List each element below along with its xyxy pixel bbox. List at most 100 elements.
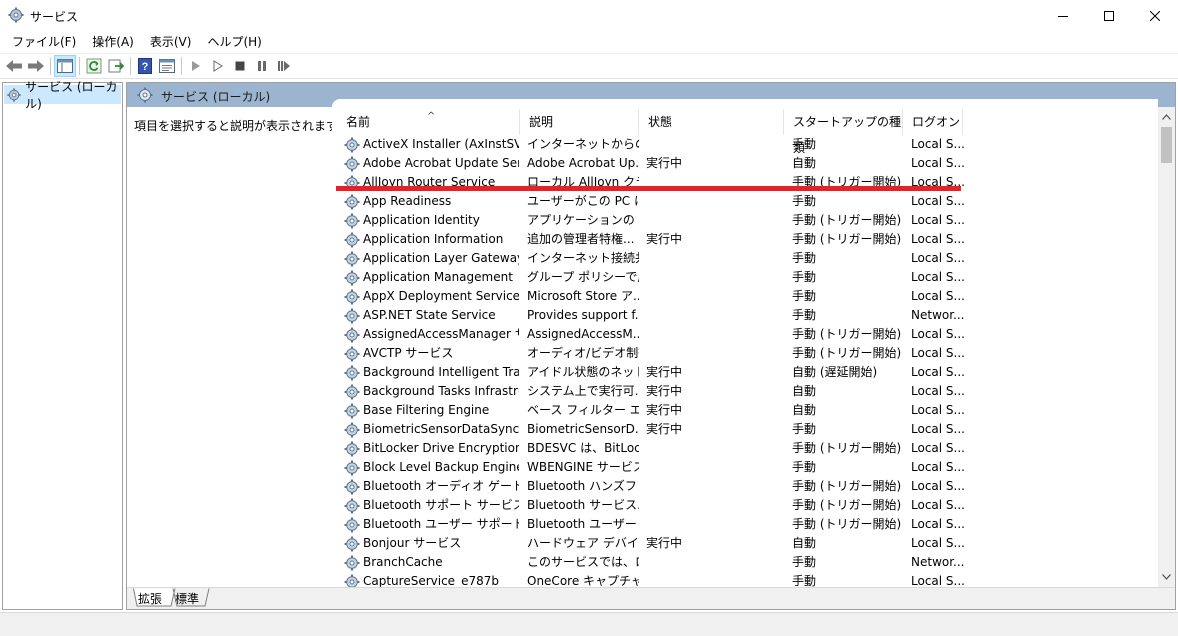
service-row[interactable]: Background Tasks Infrastruc... システム上で実行可.… [332,382,1158,401]
scroll-down-button[interactable] [1158,569,1175,585]
column-header-name[interactable]: ^ 名前 [337,109,520,135]
maximize-button[interactable] [1086,0,1132,31]
play-icon [192,61,200,71]
start-service-button[interactable] [185,55,207,77]
service-name: AssignedAccessManager サ... [363,327,519,341]
column-header-logon[interactable]: ログオン [903,109,963,135]
service-row[interactable]: Bluetooth サポート サービス Bluetooth サービス... 手動 (… [332,496,1158,515]
tree-item-services-local[interactable]: サービス (ローカル) [4,80,121,111]
service-row[interactable]: Background Intelligent Tran... アイドル状態のネット… [332,363,1158,382]
service-row[interactable]: ASP.NET State Service Provides support f.… [332,306,1158,325]
service-description: グループ ポリシーで展... [527,270,639,284]
service-logon: Networ... [911,308,965,322]
service-gear-icon [344,479,360,495]
start-service-alt-button[interactable] [207,55,229,77]
help-icon: ? [138,58,152,74]
service-row[interactable]: Adobe Acrobat Update Serv... Adobe Acroba… [332,154,1158,173]
scroll-up-button[interactable] [1158,109,1175,125]
service-row[interactable]: BiometricSensorDataSynchr... BiometricSen… [332,420,1158,439]
service-row[interactable]: AppX Deployment Service (... Microsoft St… [332,287,1158,306]
back-button[interactable] [3,55,25,77]
column-header-description[interactable]: 説明 [520,109,639,135]
service-gear-icon [344,422,360,438]
menu-file[interactable]: ファイル(F) [4,31,84,53]
refresh-button[interactable] [83,55,105,77]
service-row[interactable]: App Readiness ユーザーがこの PC に... 手動 Local S... [332,192,1158,211]
close-button[interactable] [1132,0,1178,31]
service-status [646,515,746,534]
service-gear-icon [344,346,360,362]
maximize-icon [1104,10,1114,21]
service-logon: Local S... [911,479,965,493]
service-startup-type: 手動 (トリガー開始) [792,213,902,227]
stop-service-button[interactable] [229,55,251,77]
help-button[interactable]: ? [134,55,156,77]
menu-help[interactable]: ヘルプ(H) [199,31,269,53]
column-header-status-label: 状態 [648,115,673,129]
service-row[interactable]: Bonjour サービス ハードウェア デバイス... 実行中 自動 Local S..… [332,534,1158,553]
service-startup-type: 自動 (遅延開始) [792,365,878,379]
service-logon: Local S... [911,156,965,170]
service-status [646,268,746,287]
minimize-button[interactable] [1040,0,1086,31]
column-header-status[interactable]: 状態 [639,109,784,135]
show-console-tree-button[interactable] [54,55,76,77]
scroll-thumb[interactable] [1161,127,1172,163]
vertical-scrollbar[interactable] [1158,107,1175,587]
service-description: 追加の管理者特権... [527,232,635,246]
service-status [646,458,746,477]
menu-view[interactable]: 表示(V) [142,31,200,53]
service-row[interactable]: Application Information 追加の管理者特権... 実行中 手動 … [332,230,1158,249]
service-logon: Local S... [911,517,965,531]
service-logon: Local S... [911,422,965,436]
service-logon: Local S... [911,536,965,550]
toolbar-separator [181,57,182,75]
service-row[interactable]: AVCTP サービス オーディオ/ビデオ制御... 手動 (トリガー開始) Local… [332,344,1158,363]
service-description: Bluetooth ユーザー ... [527,517,639,531]
service-name: Application Management [363,270,513,284]
service-row[interactable]: BitLocker Drive Encryption ... BDESVC は、B… [332,439,1158,458]
tab-extended[interactable]: 拡張 [138,591,162,607]
service-logon: Networ... [911,555,965,569]
refresh-icon [86,58,102,74]
service-status [646,553,746,572]
tab-standard[interactable]: 標準 [175,591,199,607]
service-logon: Local S... [911,194,965,208]
service-row[interactable]: Bluetooth ユーザー サポート サ... Bluetooth ユーザー .… [332,515,1158,534]
service-row[interactable]: Bluetooth オーディオ ゲートウェ... Bluetooth ハンズフリ.… [332,477,1158,496]
service-startup-type: 手動 (トリガー開始) [792,327,902,341]
service-status [646,439,746,458]
service-row[interactable]: Block Level Backup Engine ... WBENGINE サー… [332,458,1158,477]
restart-service-button[interactable] [273,55,295,77]
menu-action[interactable]: 操作(A) [84,31,142,53]
service-description: BiometricSensorD... [527,422,639,436]
service-status [646,287,746,306]
export-list-button[interactable] [105,55,127,77]
service-row[interactable]: Application Management グループ ポリシーで展... 手動 Lo… [332,268,1158,287]
service-logon: Local S... [911,441,965,455]
service-startup-type: 手動 (トリガー開始) [792,517,902,531]
pause-service-button[interactable] [251,55,273,77]
service-description: ハードウェア デバイス... [527,536,639,550]
service-gear-icon [344,156,360,172]
forward-button[interactable] [25,55,47,77]
service-description: Adobe Acrobat Up... [527,156,639,170]
service-gear-icon [344,460,360,476]
service-row[interactable]: BranchCache このサービスでは、ロー... 手動 Networ... [332,553,1158,572]
service-name: Application Information [363,232,504,246]
service-status [646,192,746,211]
service-row[interactable]: Base Filtering Engine ベース フィルター エン... 実行中 自… [332,401,1158,420]
service-description: ユーザーがこの PC に... [527,194,639,208]
service-startup-type: 自動 [792,536,817,550]
properties-button[interactable] [156,55,178,77]
service-gear-icon [344,137,360,153]
service-row[interactable]: AssignedAccessManager サ... AssignedAccess… [332,325,1158,344]
service-status [646,344,746,363]
column-header-startup-type[interactable]: スタートアップの種類 [784,109,903,155]
service-row[interactable]: ActiveX Installer (AxInstSV) インターネットからの .… [332,135,1158,154]
service-description: Provides support f... [527,308,639,322]
service-row[interactable]: Application Identity アプリケーションの ID ... 手動 (… [332,211,1158,230]
service-status [646,135,746,154]
service-row[interactable]: Application Layer Gateway ... インターネット接続共.… [332,249,1158,268]
service-description: WBENGINE サービス... [527,460,639,474]
